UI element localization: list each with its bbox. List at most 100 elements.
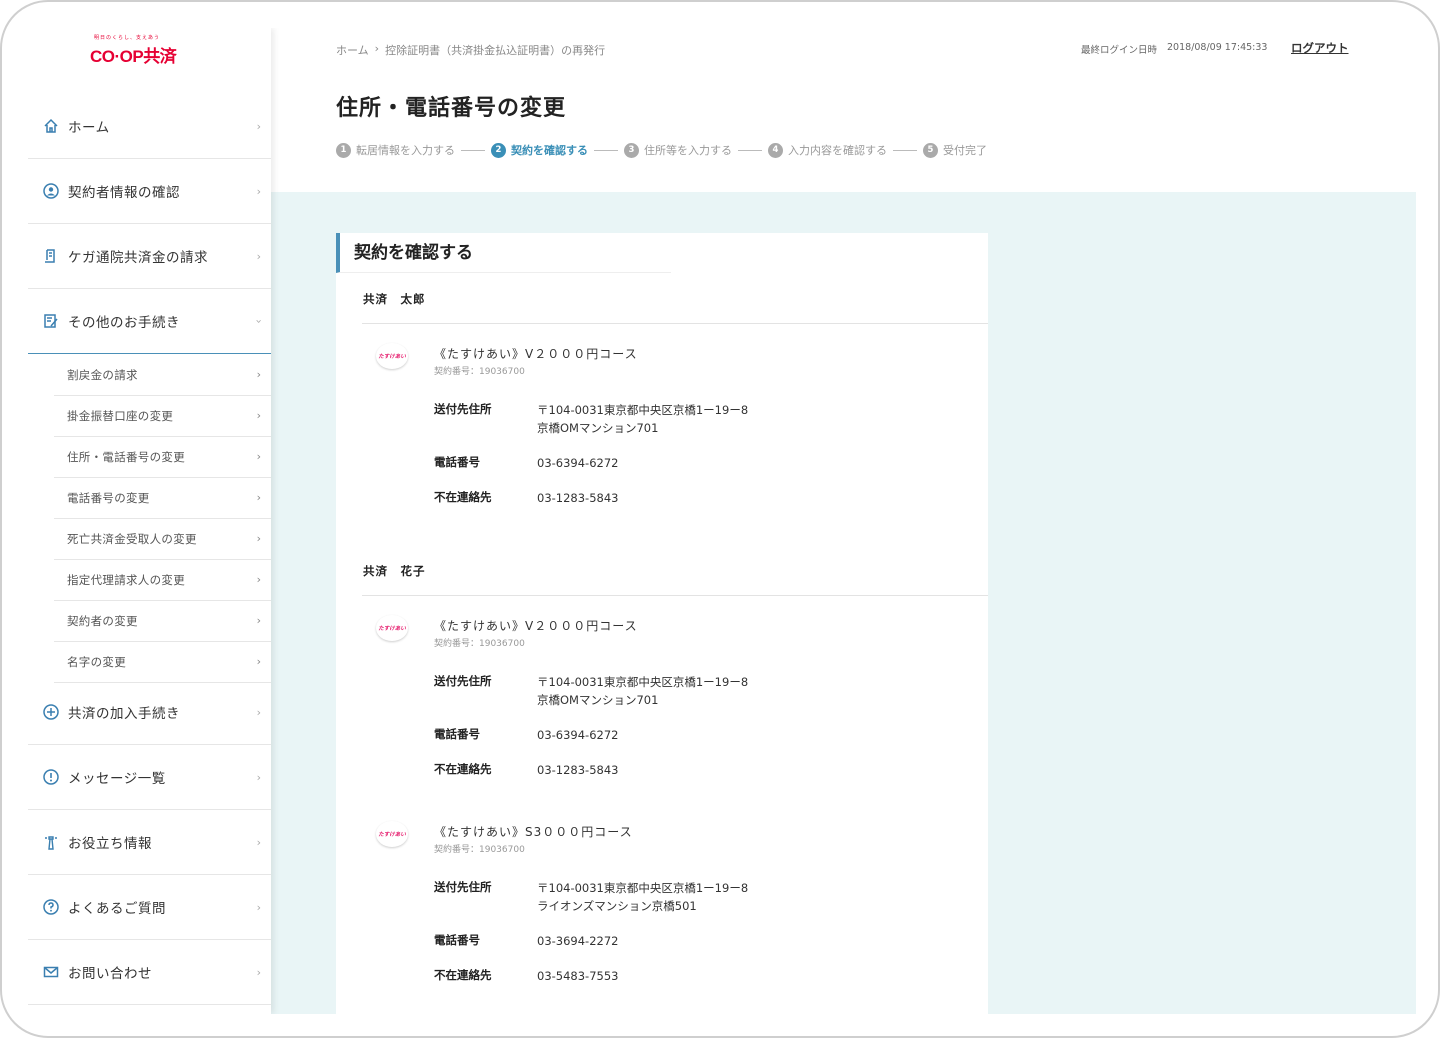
contract-number: 契約番号：19036700: [434, 639, 525, 649]
step-connector: [893, 149, 917, 151]
sidebar-subitem-address-phone[interactable]: 住所・電話番号の変更 ›: [54, 437, 271, 478]
progress-steps: 1 転居情報を入力する 2 契約を確認する 3 住所等を入力する 4 入力内容を確認する…: [336, 142, 987, 158]
device-frame: 明日のくらし、支えあう CO·OP共済 ホーム › 契約者情報の確認 › ケガ通…: [0, 0, 1440, 1038]
document-icon: [42, 247, 60, 265]
sidebar-item-messages[interactable]: メッセージ一覧 ›: [28, 745, 271, 810]
address-value: 〒104-0031東京都中央区京橋1ー19ー8 京橋OMマンション701: [537, 675, 749, 707]
sidebar-item-label: よくあるご質問: [68, 901, 166, 917]
last-login-info: 最終ログイン日時 2018/08/09 17:45:33: [1081, 42, 1267, 56]
sidebar-item-join[interactable]: 共済の加入手続き ›: [28, 680, 271, 745]
sidebar-item-label: お役立ち情報: [68, 836, 152, 852]
step-label: 住所等を入力する: [644, 144, 732, 157]
chevron-right-icon: ›: [256, 771, 261, 784]
step-number: 5: [923, 142, 938, 158]
step-1: 1 転居情報を入力する: [336, 142, 455, 158]
absent-contact-value: 03-1283-5843: [537, 491, 619, 505]
address-label: 送付先住所: [434, 674, 492, 688]
question-circle-icon: [42, 898, 60, 916]
breadcrumb-separator: ›: [374, 42, 380, 55]
page-title: 住所・電話番号の変更: [336, 96, 567, 121]
contract-name: 《たすけあい》S3０００円コース: [434, 825, 633, 839]
tasukeai-logo-icon: たすけあい: [376, 615, 408, 641]
chevron-right-icon: ›: [256, 706, 261, 719]
sidebar-item-contact[interactable]: お問い合わせ ›: [28, 940, 271, 1005]
chevron-right-icon: ›: [256, 532, 261, 545]
phone-value: 03-6394-6272: [537, 456, 619, 470]
sidebar-subitem-label: 住所・電話番号の変更: [67, 450, 185, 464]
absent-contact-label: 不在連絡先: [434, 968, 492, 982]
sidebar-subitem-phone[interactable]: 電話番号の変更 ›: [54, 478, 271, 519]
chevron-right-icon: ›: [256, 120, 261, 133]
page-header: ホーム › 控除証明書（共済掛金払込証明書）の再発行 最終ログイン日時 2018…: [271, 28, 1416, 192]
sidebar-subitem-contractor[interactable]: 契約者の変更 ›: [54, 601, 271, 642]
sidebar-subitem-agent[interactable]: 指定代理請求人の変更 ›: [54, 560, 271, 601]
sidebar-item-member-info[interactable]: 契約者情報の確認 ›: [28, 159, 271, 224]
sidebar-subitem-label: 電話番号の変更: [67, 491, 150, 505]
logo-text: CO·OP共済: [90, 47, 177, 66]
chevron-right-icon: ›: [256, 901, 261, 914]
user-circle-icon: [42, 182, 60, 200]
step-label: 入力内容を確認する: [788, 144, 887, 157]
alert-circle-icon: [42, 768, 60, 786]
plus-circle-icon: [42, 703, 60, 721]
absent-contact-label: 不在連絡先: [434, 762, 492, 776]
sidebar-subitem-surname[interactable]: 名字の変更 ›: [54, 642, 271, 683]
sidebar-item-label: メッセージ一覧: [68, 771, 166, 787]
sidebar-item-faq[interactable]: よくあるご質問 ›: [28, 875, 271, 940]
sidebar-item-label: 共済の加入手続き: [68, 706, 180, 722]
phone-value: 03-6394-6272: [537, 728, 619, 742]
phone-row: 電話番号 03-6394-6272: [434, 454, 618, 472]
edit-document-icon: [42, 312, 60, 330]
step-number: 4: [768, 142, 783, 158]
absent-contact-row: 不在連絡先 03-1283-5843: [434, 761, 618, 779]
breadcrumb-current: 控除証明書（共済掛金払込証明書）の再発行: [385, 44, 606, 57]
sidebar-item-other-procedures[interactable]: その他のお手続き ›: [28, 289, 271, 354]
sidebar-subitem-beneficiary[interactable]: 死亡共済金受取人の変更 ›: [54, 519, 271, 560]
lighthouse-icon: [42, 833, 60, 851]
sidebar-item-useful-info[interactable]: お役立ち情報 ›: [28, 810, 271, 875]
sidebar-item-injury-claim[interactable]: ケガ通院共済金の請求 ›: [28, 224, 271, 289]
logout-link[interactable]: ログアウト: [1291, 40, 1349, 56]
person-name: 共済 花子: [363, 564, 426, 578]
contract-confirm-card: 契約を確認する 共済 太郎 たすけあい 《たすけあい》V２０００円コース 契約番…: [336, 233, 988, 1014]
contract-name: 《たすけあい》V２０００円コース: [434, 347, 638, 361]
sidebar-item-label: ケガ通院共済金の請求: [68, 250, 208, 266]
sidebar-subitem-refund[interactable]: 割戻金の請求 ›: [54, 355, 271, 396]
chevron-right-icon: ›: [256, 573, 261, 586]
person-name: 共済 太郎: [363, 292, 426, 306]
sidebar-item-label: 契約者情報の確認: [68, 185, 180, 201]
sidebar-item-label: お問い合わせ: [68, 966, 152, 982]
phone-row: 電話番号 03-6394-6272: [434, 726, 618, 744]
chevron-right-icon: ›: [256, 491, 261, 504]
absent-contact-value: 03-5483-7553: [537, 969, 619, 983]
step-number: 3: [624, 142, 639, 158]
sidebar-subitem-label: 契約者の変更: [67, 614, 138, 628]
sidebar-item-home[interactable]: ホーム ›: [28, 94, 271, 159]
card-title: 契約を確認する: [336, 233, 671, 273]
sidebar-subitem-label: 名字の変更: [67, 655, 126, 669]
step-label: 受付完了: [943, 144, 987, 157]
chevron-right-icon: ›: [256, 368, 261, 381]
screen: 明日のくらし、支えあう CO·OP共済 ホーム › 契約者情報の確認 › ケガ通…: [28, 28, 1416, 1014]
home-icon: [42, 117, 60, 135]
phone-value: 03-3694-2272: [537, 934, 619, 948]
chevron-right-icon: ›: [256, 655, 261, 668]
phone-row: 電話番号 03-3694-2272: [434, 932, 618, 950]
tasukeai-logo-icon: たすけあい: [376, 821, 408, 847]
contract-number: 契約番号：19036700: [434, 845, 525, 855]
chevron-right-icon: ›: [256, 836, 261, 849]
step-2: 2 契約を確認する: [491, 142, 588, 158]
breadcrumb-home[interactable]: ホーム: [336, 42, 369, 58]
sidebar-subitem-label: 割戻金の請求: [67, 368, 138, 382]
contract-number: 契約番号：19036700: [434, 367, 525, 377]
sidebar-subitem-label: 掛金振替口座の変更: [67, 409, 174, 423]
chevron-right-icon: ›: [256, 250, 261, 263]
logo-tagline: 明日のくらし、支えあう: [94, 35, 161, 41]
step-label: 契約を確認する: [511, 144, 588, 157]
sidebar: 明日のくらし、支えあう CO·OP共済 ホーム › 契約者情報の確認 › ケガ通…: [28, 28, 271, 1014]
chevron-right-icon: ›: [256, 185, 261, 198]
tasukeai-logo-icon: たすけあい: [376, 343, 408, 369]
step-connector: [461, 149, 485, 151]
coop-logo[interactable]: 明日のくらし、支えあう CO·OP共済: [90, 34, 186, 66]
sidebar-subitem-bank-account[interactable]: 掛金振替口座の変更 ›: [54, 396, 271, 437]
